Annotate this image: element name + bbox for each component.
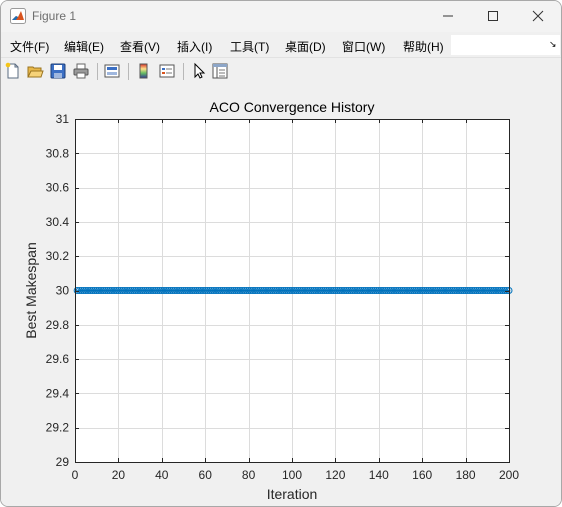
y-tick-label: 30.2: [46, 249, 70, 263]
x-tick-label: 40: [155, 468, 169, 482]
minimize-icon: [443, 15, 453, 17]
toolbar-separator: [183, 63, 184, 80]
matlab-logo-icon: [10, 8, 26, 24]
link-plot-icon[interactable]: [103, 62, 121, 80]
minimize-button[interactable]: [425, 1, 471, 32]
menu-desktop[interactable]: 桌面(D): [285, 38, 326, 55]
x-tick-label: 180: [456, 468, 476, 482]
menu-insert[interactable]: 插入(I): [177, 38, 212, 55]
maximize-button[interactable]: [470, 1, 516, 32]
menu-edit[interactable]: 编辑(E): [64, 38, 104, 55]
x-tick-label: 20: [112, 468, 126, 482]
x-tick-label: 120: [325, 468, 345, 482]
menu-view[interactable]: 查看(V): [120, 38, 160, 55]
y-tick-label: 29.8: [46, 318, 70, 332]
toolbar-separator: [97, 63, 98, 80]
menu-file[interactable]: 文件(F): [10, 38, 49, 55]
figure-canvas: 0 20 40 60 80 100 120 140 160 180 200 29 29.2 29.4 29.…: [1, 85, 561, 506]
figure-window: Figure 1 文件(F) 编辑(E) 查看(V) 插入(I) 工具(T) 桌…: [0, 0, 562, 507]
title-bar: Figure 1: [1, 1, 561, 32]
x-tick-label: 80: [242, 468, 256, 482]
y-tick-label: 29.4: [46, 386, 70, 400]
x-tick-label: 100: [282, 468, 302, 482]
y-tick-label: 30.4: [46, 215, 70, 229]
pointer-icon[interactable]: [190, 62, 208, 80]
menu-spacer: [451, 35, 560, 55]
figure-toolbar: [1, 57, 561, 86]
x-tick-label: 160: [412, 468, 432, 482]
property-inspector-icon[interactable]: [211, 62, 229, 80]
menu-overflow-arrow-icon[interactable]: ↘: [549, 39, 557, 50]
y-tick-label: 31: [56, 112, 70, 126]
y-tick-label: 29.2: [46, 421, 70, 435]
menu-bar: 文件(F) 编辑(E) 查看(V) 插入(I) 工具(T) 桌面(D) 窗口(W…: [1, 32, 561, 56]
y-tick-label: 30.8: [46, 146, 70, 160]
x-tick-label: 0: [72, 468, 79, 482]
maximize-icon: [488, 11, 498, 21]
print-icon[interactable]: [72, 62, 90, 80]
window-title: Figure 1: [32, 9, 77, 23]
x-tick-label: 140: [369, 468, 389, 482]
save-icon[interactable]: [49, 62, 67, 80]
y-tick-label: 29: [56, 455, 70, 469]
close-button[interactable]: [515, 1, 561, 32]
close-icon: [532, 10, 544, 22]
y-axis-label: Best Makespan: [23, 242, 39, 339]
toolbar-separator: [128, 63, 129, 80]
y-tick-label: 29.6: [46, 352, 70, 366]
legend-icon[interactable]: [158, 62, 176, 80]
open-file-icon[interactable]: [26, 62, 44, 80]
y-tick-label: 30.6: [46, 181, 70, 195]
x-tick-label: 200: [499, 468, 519, 482]
colorbar-icon[interactable]: [135, 62, 153, 80]
chart-title: ACO Convergence History: [210, 99, 375, 115]
x-axis-label: Iteration: [267, 486, 318, 502]
x-tick-label: 60: [199, 468, 213, 482]
menu-help[interactable]: 帮助(H): [403, 38, 444, 55]
y-tick-label: 30: [56, 284, 70, 298]
menu-tools[interactable]: 工具(T): [230, 38, 269, 55]
new-figure-icon[interactable]: [4, 62, 22, 80]
menu-window[interactable]: 窗口(W): [342, 38, 385, 55]
